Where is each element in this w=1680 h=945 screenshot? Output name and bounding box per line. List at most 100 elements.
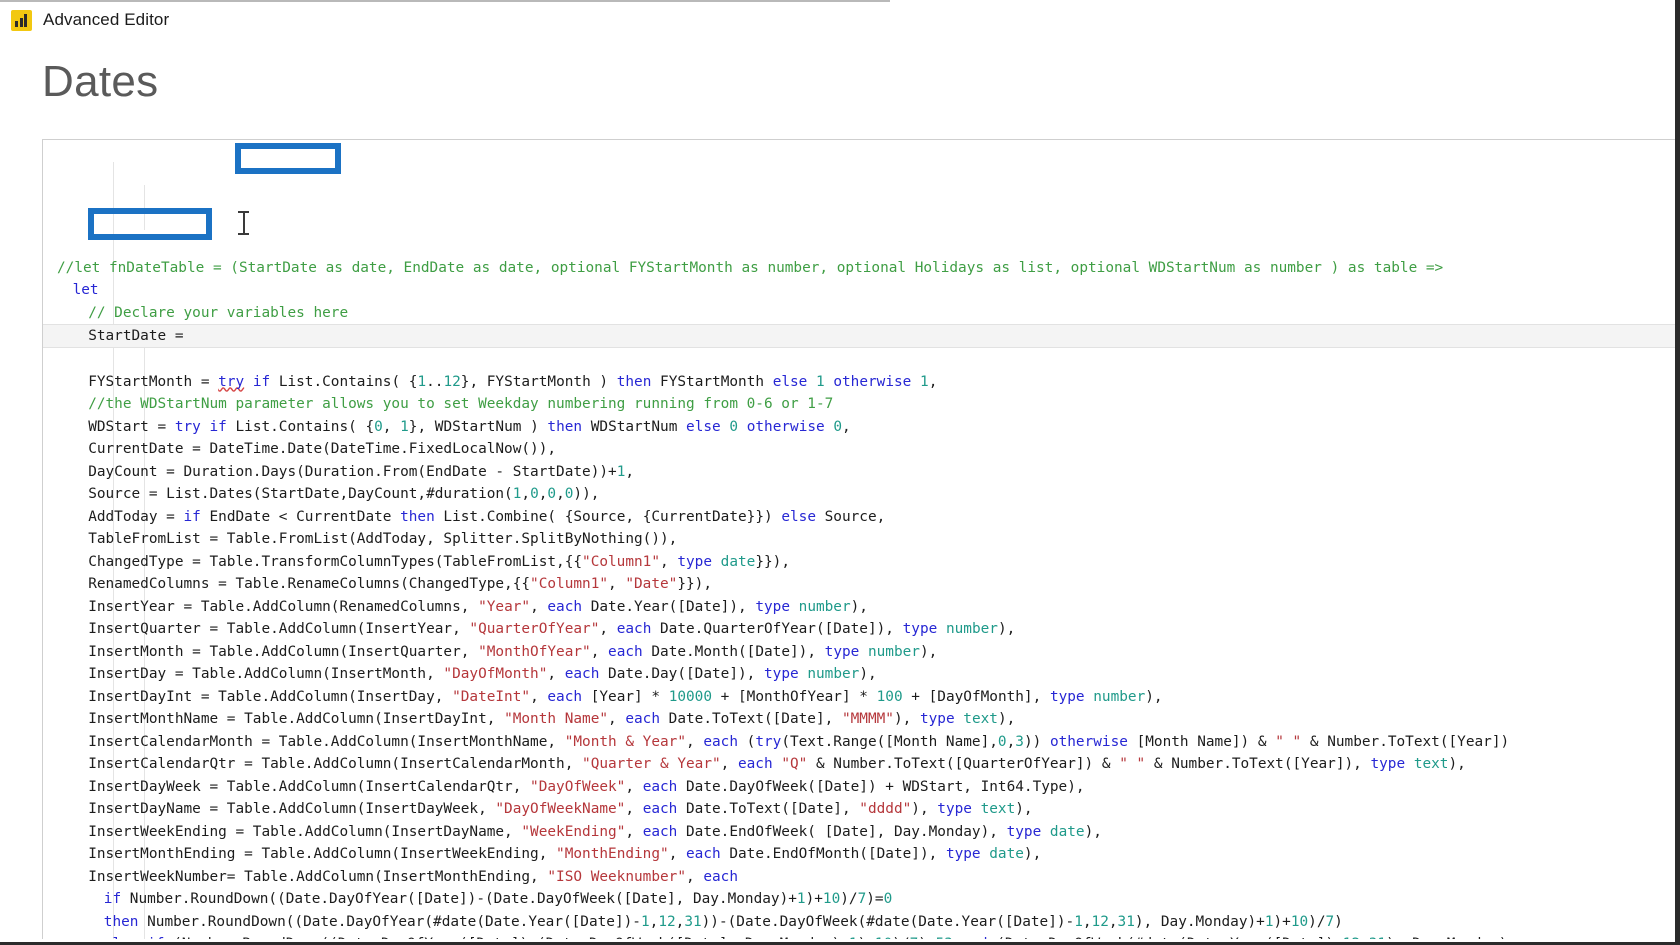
code-token: 0 xyxy=(729,418,739,435)
code-line[interactable]: ChangedType = Table.TransformColumnTypes… xyxy=(43,551,1675,574)
code-token: InsertWeekEnding = Table.AddColumn(Inser… xyxy=(88,823,522,840)
code-line[interactable]: let xyxy=(43,279,1675,302)
code-token: else xyxy=(772,373,808,390)
code-line[interactable]: then Number.RoundDown((Date.DayOfYear(#d… xyxy=(43,911,1675,934)
code-token: each xyxy=(608,643,643,660)
code-line[interactable]: InsertWeekNumber= Table.AddColumn(Insert… xyxy=(43,866,1675,889)
code-line[interactable]: InsertMonth = Table.AddColumn(InsertQuar… xyxy=(43,641,1675,664)
code-editor[interactable]: //let fnDateTable = (StartDate as date, … xyxy=(42,139,1675,939)
code-token: }, FYStartMonth ) xyxy=(460,373,617,390)
code-token: text xyxy=(1413,756,1449,772)
code-token: // Declare your variables here xyxy=(88,304,349,321)
code-line[interactable]: InsertQuarter = Table.AddColumn(InsertYe… xyxy=(43,618,1675,641)
code-line[interactable] xyxy=(43,348,1675,371)
code-token: (Number.RoundDown((Date.DayOfYear([Date]… xyxy=(164,936,849,939)
code-token: InsertDayName = Table.AddColumn(InsertDa… xyxy=(88,801,496,817)
code-line[interactable]: StartDate = xyxy=(43,324,1675,348)
code-token: number xyxy=(798,598,851,615)
code-line[interactable]: InsertDayInt = Table.AddColumn(InsertDay… xyxy=(43,686,1675,709)
code-token: otherwise xyxy=(833,373,912,390)
code-token: WDStartNum xyxy=(582,418,687,435)
code-line[interactable]: Source = List.Dates(StartDate,DayCount,#… xyxy=(43,483,1675,506)
code-token: ), xyxy=(1023,846,1042,862)
code-token: }}), xyxy=(755,553,790,570)
code-token: , xyxy=(686,868,704,885)
code-line[interactable]: CurrentDate = DateTime.Date(DateTime.Fix… xyxy=(43,438,1675,461)
code-line[interactable]: RenamedColumns = Table.RenameColumns(Cha… xyxy=(43,573,1675,596)
code-line[interactable]: InsertCalendarQtr = Table.AddColumn(Inse… xyxy=(43,753,1675,776)
code-token: InsertDay = Table.AddColumn(InsertMonth, xyxy=(88,666,444,682)
code-line[interactable]: AddToday = if EndDate < CurrentDate then… xyxy=(43,506,1675,529)
code-token: 100 xyxy=(876,688,903,705)
code-token: AddToday = xyxy=(88,508,184,525)
code-token: Date.EndOfMonth([Date]), xyxy=(720,846,946,862)
code-token: 12 xyxy=(1343,936,1360,939)
code-token: "DayOfMonth" xyxy=(443,666,548,682)
code-token: type xyxy=(677,553,712,570)
code-token: DayCount = Duration.Days(Duration.From(E… xyxy=(88,463,617,480)
code-line[interactable]: else if (Number.RoundDown((Date.DayOfYea… xyxy=(43,933,1675,939)
code-token: Date.QuarterOfYear([Date]), xyxy=(651,621,903,637)
code-token: date xyxy=(1049,823,1085,840)
code-token: if xyxy=(252,373,271,390)
code-token: , xyxy=(547,666,565,682)
code-token: , xyxy=(625,463,635,480)
code-line[interactable]: //the WDStartNum parameter allows you to… xyxy=(43,393,1675,416)
code-body[interactable]: //let fnDateTable = (StartDate as date, … xyxy=(43,253,1675,939)
code-token: }}), xyxy=(677,576,712,592)
code-token: "MonthOfYear" xyxy=(478,643,591,660)
code-line[interactable]: InsertYear = Table.AddColumn(RenamedColu… xyxy=(43,596,1675,619)
code-token: each xyxy=(547,688,583,705)
code-token: Date.Month([Date]), xyxy=(642,643,825,660)
code-token: InsertMonth = Table.AddColumn(InsertQuar… xyxy=(88,643,479,660)
code-token: , xyxy=(530,598,548,615)
code-token: Number.RoundDown((Date.DayOfYear(#date(D… xyxy=(138,913,641,930)
code-line[interactable]: TableFromList = Table.FromList(AddToday,… xyxy=(43,528,1675,551)
code-token: )+ xyxy=(858,936,875,939)
code-token: "Column1" xyxy=(530,576,609,592)
code-token: , xyxy=(686,733,704,750)
code-token: 7 xyxy=(857,891,867,907)
code-token: each xyxy=(625,711,661,727)
code-line[interactable]: if Number.RoundDown((Date.DayOfYear([Dat… xyxy=(43,888,1675,911)
code-token: try xyxy=(174,418,201,435)
code-token: , xyxy=(720,756,738,772)
code-token: number xyxy=(867,643,920,660)
code-token: , xyxy=(675,913,685,930)
code-line[interactable]: WDStart = try if List.Contains( {0, 1}, … xyxy=(43,416,1675,439)
code-token: (Date.DayOfWeek(#date(Date.Year([Date]), xyxy=(988,936,1343,939)
code-token: date xyxy=(989,846,1024,862)
code-line[interactable]: InsertWeekEnding = Table.AddColumn(Inser… xyxy=(43,821,1675,844)
code-line[interactable]: InsertCalendarMonth = Table.AddColumn(In… xyxy=(43,731,1675,754)
code-token: )+ xyxy=(1273,913,1291,930)
code-line[interactable]: InsertDayName = Table.AddColumn(InsertDa… xyxy=(43,798,1675,821)
code-line[interactable]: InsertMonthName = Table.AddColumn(Insert… xyxy=(43,708,1675,731)
code-token: type xyxy=(1006,823,1042,840)
code-token: 0 xyxy=(547,486,557,502)
code-token: "WeekEnding" xyxy=(521,823,626,840)
code-token: " " xyxy=(1275,733,1302,750)
code-token: if xyxy=(147,936,164,939)
code-line[interactable]: InsertDayWeek = Table.AddColumn(InsertCa… xyxy=(43,776,1675,799)
code-token: type xyxy=(902,621,938,637)
code-token: InsertCalendarMonth = Table.AddColumn(In… xyxy=(88,733,565,750)
code-token: else xyxy=(104,936,139,939)
code-line[interactable]: InsertMonthEnding = Table.AddColumn(Inse… xyxy=(43,843,1675,866)
page-title: Dates xyxy=(42,57,159,106)
code-line[interactable]: InsertDay = Table.AddColumn(InsertMonth,… xyxy=(43,663,1675,686)
code-line[interactable]: DayCount = Duration.Days(Duration.From(E… xyxy=(43,461,1675,484)
text-cursor-ibeam xyxy=(238,210,249,236)
code-token: List.Combine( {Source, {CurrentDate}}) xyxy=(434,508,782,525)
code-line[interactable]: // Declare your variables here xyxy=(43,302,1675,325)
code-line[interactable]: //let fnDateTable = (StartDate as date, … xyxy=(43,257,1675,280)
code-token: each xyxy=(686,846,721,862)
code-token: ), Day.Monday)+ xyxy=(1134,913,1265,930)
code-line[interactable]: FYStartMonth = try if List.Contains( {1.… xyxy=(43,371,1675,394)
code-token: "MMMM" xyxy=(841,711,894,727)
